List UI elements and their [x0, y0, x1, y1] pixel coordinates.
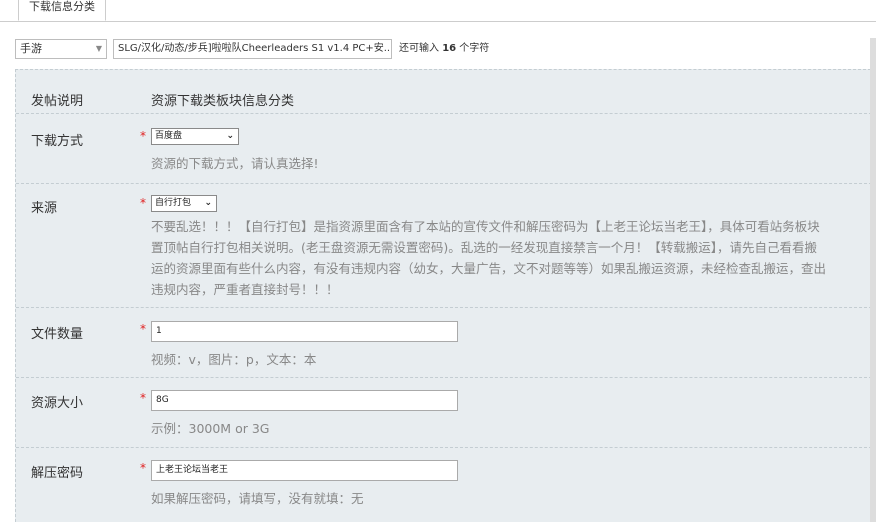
file-count-input[interactable]: 1	[151, 321, 458, 342]
post-desc-label: 发帖说明	[31, 94, 84, 109]
tab-strip: 下载信息分类	[0, 0, 876, 22]
row-download-method: 下载方式 * 百度盘 ⌄ 资源的下载方式，请认真选择!	[16, 114, 876, 184]
download-method-select[interactable]: 百度盘 ⌄	[151, 128, 239, 145]
unzip-password-input[interactable]: 上老王论坛当老王	[151, 460, 458, 481]
source-label: 来源	[31, 201, 58, 216]
row-post-desc: 发帖说明 资源下载类板块信息分类	[16, 70, 876, 114]
chevron-down-icon: ▼	[95, 44, 102, 53]
type-select-value: 手游	[20, 42, 42, 55]
download-method-hint: 资源的下载方式，请认真选择!	[151, 156, 319, 171]
file-count-hint: 视频：v，图片：p，文本：本	[151, 352, 317, 367]
file-count-label: 文件数量	[31, 327, 84, 342]
chevron-down-icon: ⌄	[226, 131, 234, 141]
row-unzip-password: 解压密码 * 上老王论坛当老王 如果解压密码，请填写，没有就填：无	[16, 448, 876, 523]
resource-size-hint: 示例：3000M or 3G	[151, 421, 270, 436]
row-file-count: 文件数量 * 1 视频：v，图片：p，文本：本	[16, 308, 876, 378]
required-mark: *	[140, 129, 146, 143]
row-resource-size: 资源大小 * 8G 示例：3000M or 3G	[16, 378, 876, 448]
unzip-password-label: 解压密码	[31, 466, 84, 481]
required-mark: *	[140, 196, 146, 210]
unzip-password-hint: 如果解压密码，请填写，没有就填：无	[151, 491, 364, 506]
required-mark: *	[140, 461, 146, 475]
resource-size-input[interactable]: 8G	[151, 390, 458, 411]
tab-download-info[interactable]: 下载信息分类	[18, 0, 106, 21]
remaining-count: 16	[442, 43, 457, 54]
title-input[interactable]: SLG/汉化/动态/步兵]啦啦队Cheerleaders S1 v1.4 PC+…	[113, 39, 392, 59]
remaining-chars: 还可输入 16 个字符	[399, 43, 490, 54]
chevron-down-icon: ⌄	[204, 198, 212, 208]
scrollbar[interactable]	[870, 38, 876, 522]
required-mark: *	[140, 391, 146, 405]
form-panel: 发帖说明 资源下载类板块信息分类 下载方式 * 百度盘 ⌄ 资源的下载方式，请认…	[15, 69, 876, 522]
post-desc-value: 资源下载类板块信息分类	[151, 94, 295, 109]
source-hint: 不要乱选！！！【自行打包】是指资源里面含有了本站的宣传文件和解压密码为【上老王论…	[151, 219, 827, 297]
row-source: 来源 * 自行打包 ⌄ 不要乱选！！！【自行打包】是指资源里面含有了本站的宣传文…	[16, 184, 876, 308]
source-select[interactable]: 自行打包 ⌄	[151, 195, 217, 212]
type-select[interactable]: 手游 ▼	[15, 39, 107, 59]
download-method-label: 下载方式	[31, 134, 84, 149]
title-row: 手游 ▼ SLG/汉化/动态/步兵]啦啦队Cheerleaders S1 v1.…	[0, 39, 876, 59]
required-mark: *	[140, 322, 146, 336]
resource-size-label: 资源大小	[31, 396, 84, 411]
